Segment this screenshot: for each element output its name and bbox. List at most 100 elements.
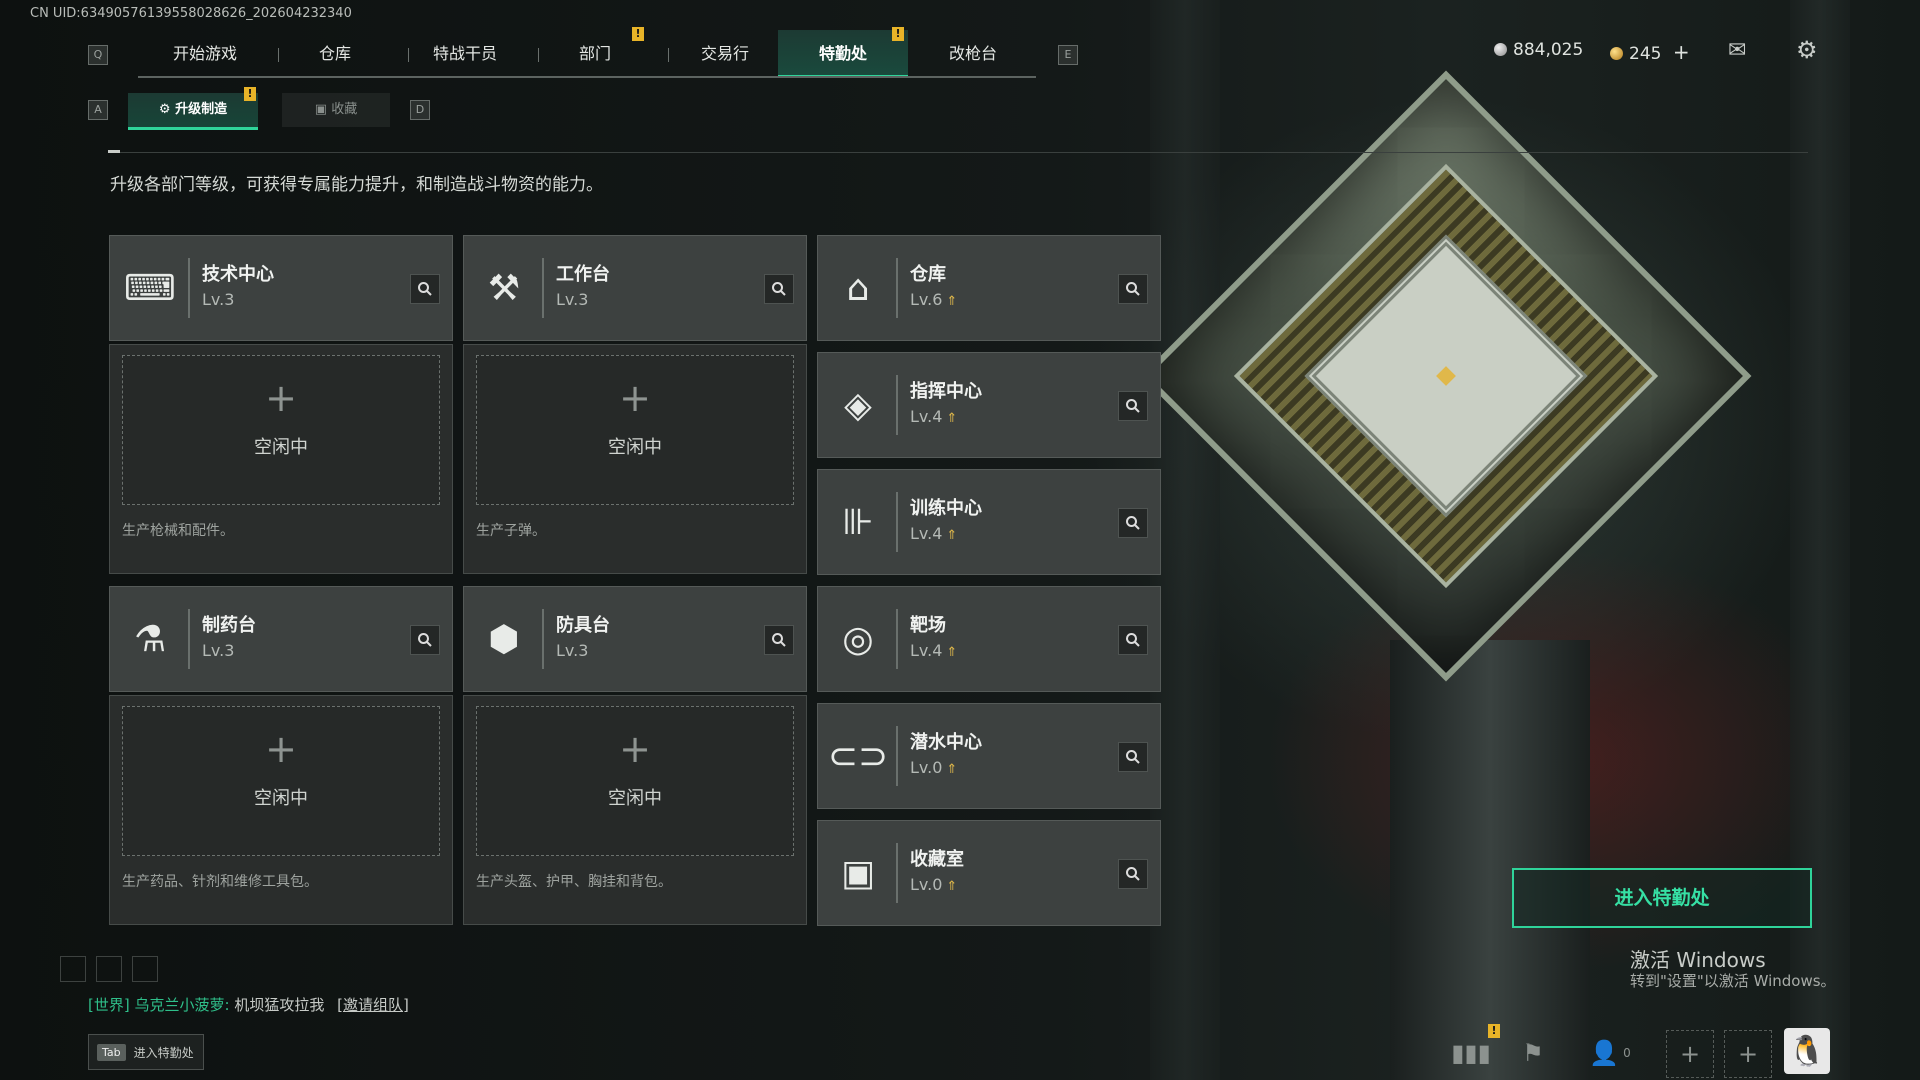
slot-status: 空闲中 [608,437,662,458]
facility-level: Lv.0 [910,875,943,894]
production-slot-workbench[interactable]: + 空闲中 生产子弹。 [463,344,807,574]
microscope-icon: ⚗ [133,618,167,660]
search-icon[interactable] [1118,859,1148,889]
add-party-slot-button[interactable]: + [1724,1030,1772,1078]
tab-start-game[interactable]: 开始游戏 [140,30,270,76]
tab-gunsmith[interactable]: 改枪台 [908,30,1038,76]
facility-name: 防具台 [556,615,610,636]
chat-tool-button[interactable] [132,956,158,982]
card-divider [188,609,190,669]
special-ops-badge: ! [892,27,904,41]
diving-mask-icon: ⊂⊃ [827,735,889,777]
facility-level: Lv.3 [556,641,589,660]
tab-special-ops[interactable]: 特勤处 [778,30,908,78]
card-divider [896,258,898,318]
facility-level: Lv.4 [910,407,943,426]
collection-icon: ▣ [314,102,332,117]
search-icon[interactable] [1118,742,1148,772]
search-icon[interactable] [410,625,440,655]
upgrade-badge: ! [244,87,256,101]
card-divider [542,258,544,318]
chat-sender[interactable]: 乌克兰小菠萝: [135,996,230,1014]
facility-level: Lv.4 [910,641,943,660]
target-icon: ◎ [842,618,874,660]
chat-tool-button[interactable] [96,956,122,982]
tab-trading[interactable]: 交易行 [660,30,790,76]
invite-team-link[interactable]: [邀请组队] [337,996,409,1014]
search-icon[interactable] [410,274,440,304]
add-currency-button[interactable]: + [1673,40,1690,64]
facility-name: 指挥中心 [910,381,982,402]
search-icon[interactable] [1118,625,1148,655]
tab-key-hint[interactable]: Tab 进入特勤处 [88,1034,204,1070]
production-slot-armor[interactable]: + 空闲中 生产头盔、护甲、胸挂和背包。 [463,695,807,925]
search-icon[interactable] [1118,391,1148,421]
production-slot-tech-center[interactable]: + 空闲中 生产枪械和配件。 [109,344,453,574]
facility-card-pharmacy[interactable]: ⚗ 制药台 Lv.3 [109,586,453,692]
upgrade-arrow-icon: ⇑ [946,528,958,543]
uid-label: CN UID:634905761395580286​26_20260423234… [30,6,352,21]
facility-card-training-center[interactable]: ⊪ 训练中心 Lv.4 ⇑ [817,469,1161,575]
tab-warehouse[interactable]: 仓库 [270,30,400,76]
facility-card-command-center[interactable]: ◈ 指挥中心 Lv.4 ⇑ [817,352,1161,458]
search-icon[interactable] [764,274,794,304]
tab-hint-text: 进入特勤处 [133,1045,194,1060]
settings-gear-icon[interactable]: ⚙ [1796,36,1818,64]
enter-special-ops-button[interactable]: 进入特勤处 [1512,868,1812,928]
search-icon[interactable] [764,625,794,655]
subtab-upgrade[interactable]: ⚙ 升级制造 [128,93,258,130]
slot-description: 生产枪械和配件。 [122,523,234,539]
facility-level: Lv.4 [910,524,943,543]
silver-amount: 884,025 [1513,40,1584,60]
search-icon[interactable] [1118,274,1148,304]
card-divider [542,609,544,669]
chat-tool-button[interactable] [60,956,86,982]
facility-name: 靶场 [910,615,946,636]
display-case-icon: ▣ [840,852,875,894]
stats-badge: ! [1488,1024,1500,1038]
search-icon[interactable] [1118,508,1148,538]
facility-name: 制药台 [202,615,256,636]
facility-card-diving-center[interactable]: ⊂⊃ 潜水中心 Lv.0 ⇑ [817,703,1161,809]
facility-card-workbench[interactable]: ⚒ 工作台 Lv.3 [463,235,807,341]
gold-coin-icon [1610,47,1623,60]
key-hint-e: E [1058,45,1078,65]
card-divider [188,258,190,318]
card-divider [896,492,898,552]
facility-level-row: Lv.0 ⇑ [910,875,957,894]
facility-name: 潜水中心 [910,732,982,753]
chat-channel: [世界] [88,996,130,1014]
hammer-wrench-icon: ⚒ [487,267,521,309]
facility-level: Lv.3 [556,290,589,309]
facility-level-row: Lv.6 ⇑ [910,290,957,309]
plus-icon: + [265,727,297,771]
facility-card-collection-room[interactable]: ▣ 收藏室 Lv.0 ⇑ [817,820,1161,926]
production-slot-pharmacy[interactable]: + 空闲中 生产药品、针剂和维修工具包。 [109,695,453,925]
warehouse-icon: ⌂ [846,267,870,309]
windows-activation-hint: 转到"设置"以激活 Windows。 [1630,972,1836,990]
card-divider [896,843,898,903]
header-divider [108,152,1808,153]
upgrade-arrow-icon: ⇑ [946,645,958,660]
upgrade-arrow-icon: ⇑ [946,411,958,426]
facility-card-tech-center[interactable]: ⌨ 技术中心 Lv.3 [109,235,453,341]
tab-operators[interactable]: 特战干员 [400,30,530,76]
facility-card-shooting-range[interactable]: ◎ 靶场 Lv.4 ⇑ [817,586,1161,692]
facility-level: Lv.3 [202,290,235,309]
facility-level-row: Lv.0 ⇑ [910,758,957,777]
slot-description: 生产子弹。 [476,523,546,539]
mail-icon[interactable]: ✉ [1728,38,1746,63]
friends-icon[interactable]: 👤 0 [1580,1030,1640,1076]
facility-level: Lv.3 [202,641,235,660]
facility-card-warehouse[interactable]: ⌂ 仓库 Lv.6 ⇑ [817,235,1161,341]
avatar[interactable]: 🐧 [1784,1028,1830,1074]
slot-status: 空闲中 [254,437,308,458]
flag-icon[interactable]: ⚑ [1510,1030,1556,1076]
slot-description: 生产头盔、护甲、胸挂和背包。 [476,874,672,890]
facility-name: 收藏室 [910,849,964,870]
slot-status: 空闲中 [254,788,308,809]
silver-currency: 884,025 [1494,40,1583,60]
facility-card-armor[interactable]: ⬢ 防具台 Lv.3 [463,586,807,692]
add-party-slot-button[interactable]: + [1666,1030,1714,1078]
subtab-collection[interactable]: ▣ 收藏 [282,93,390,127]
